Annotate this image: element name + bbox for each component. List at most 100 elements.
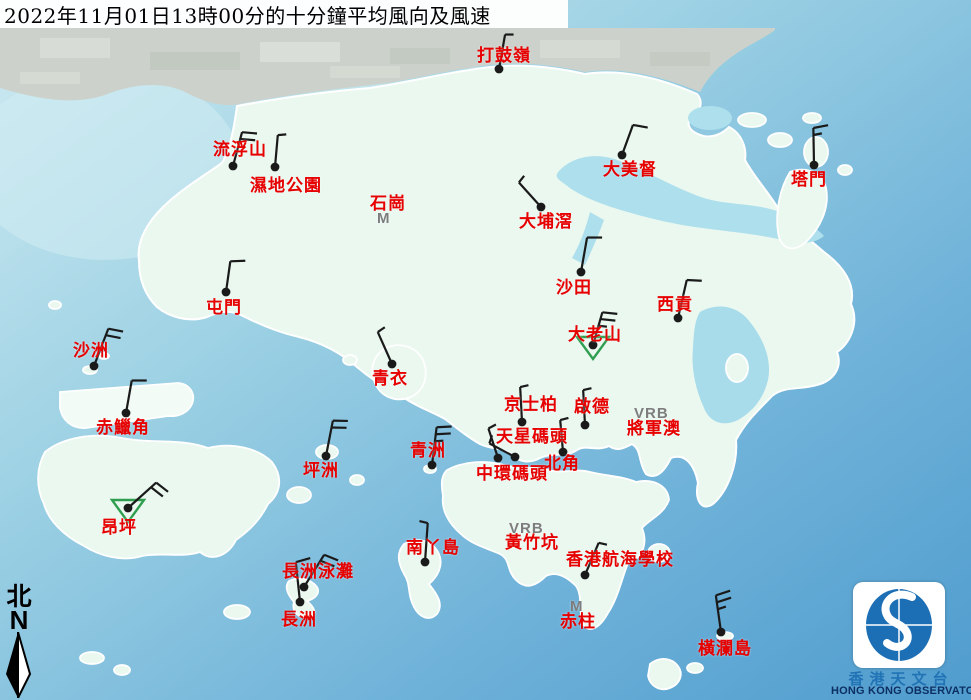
station-dot [495, 65, 504, 74]
wind-barb-feather [108, 329, 123, 332]
wind-barb-feather [488, 425, 496, 429]
wind-barb-staff [432, 427, 437, 465]
wind-barb-feather [106, 335, 121, 338]
station-dot [577, 268, 586, 277]
hko-logo: 香港天文台 HONG KONG OBSERVATORY [831, 580, 971, 700]
wind-barb-staff [581, 238, 587, 272]
wind-barb-feather [278, 134, 286, 135]
wind-barb-staff [378, 332, 392, 364]
wind-barb-feather [599, 326, 607, 327]
wind-barb-staff [520, 387, 522, 422]
hko-english-name: HONG KONG OBSERVATORY [831, 685, 971, 697]
wind-barb-feather [437, 426, 452, 427]
station-dot [581, 571, 590, 580]
wind-barb-staff [126, 381, 132, 413]
station-dot [674, 314, 683, 323]
station-sha-tin [577, 238, 602, 277]
station-dot [122, 409, 131, 418]
wind-barb-staff [622, 125, 633, 155]
wind-barb-feather [436, 433, 451, 434]
wind-barb-feather [813, 133, 821, 135]
compass-north: 北 N [2, 584, 36, 700]
station-dot [518, 418, 527, 427]
wind-barb-feather [560, 418, 568, 420]
wind-barb-feather [687, 280, 702, 281]
station-tates-cairn [577, 312, 617, 359]
wind-barb-feather [717, 598, 731, 603]
wind-barb-staff [593, 312, 602, 345]
wind-barb-feather [602, 312, 617, 314]
station-dot [618, 151, 627, 160]
station-lau-fau-shan [229, 132, 257, 170]
wind-barb-staff [233, 132, 242, 166]
wind-barb-feather [378, 327, 385, 332]
station-dot [589, 341, 598, 350]
station-dot [229, 162, 238, 171]
station-wetland-park [271, 134, 287, 171]
station-tai-mei-tuk [618, 125, 648, 159]
station-kings-park [518, 385, 529, 426]
wind-barb-feather [324, 555, 338, 561]
wind-barb-feather [151, 487, 163, 496]
station-dot [494, 454, 503, 463]
wind-map-page: 打鼓嶺流浮山濕地公園石崗M大美督大埔滘塔門屯門沙洲沙田西貢大老山青衣京士柏啟德將… [0, 0, 971, 700]
hko-logo-card [853, 582, 945, 668]
station-sai-kung [674, 280, 702, 322]
station-dot [388, 360, 397, 369]
wind-barb-feather [813, 125, 828, 128]
station-sha-chau [90, 329, 123, 371]
compass-n-label: N [2, 609, 36, 632]
wind-barb-staff [813, 128, 814, 165]
wind-barb-overlay [0, 0, 971, 700]
station-ta-kwu-ling [495, 35, 514, 74]
wind-barb-feather [156, 483, 168, 492]
station-peng-chau [322, 421, 348, 461]
wind-barb-staff [585, 543, 599, 575]
map-title: 2022年11月01日13時00分的十分鐘平均風向及風速 [0, 0, 491, 29]
wind-barb-feather [583, 388, 591, 390]
wind-barb-feather [230, 261, 245, 262]
wind-barb-feather [633, 125, 648, 128]
wind-barb-staff [678, 280, 687, 318]
station-dot [511, 453, 520, 462]
wind-barb-staff [499, 35, 505, 69]
station-dot [810, 161, 819, 170]
station-tap-mun [810, 125, 828, 169]
station-dot [322, 452, 331, 461]
wind-barb-feather [240, 139, 255, 140]
wind-barb-staff [326, 421, 333, 456]
station-lamma-island [419, 521, 429, 566]
wind-barb-feather [600, 319, 615, 321]
station-waglan-island [716, 591, 731, 637]
station-dot [421, 558, 430, 567]
station-dot [537, 203, 546, 212]
hko-logo-icon [853, 582, 945, 668]
station-dot [124, 504, 133, 513]
wind-barb-feather [296, 558, 310, 562]
wind-barb-staff [425, 523, 428, 562]
station-dot [271, 163, 280, 172]
station-tuen-mun [222, 261, 246, 297]
station-ngong-ping [112, 483, 168, 522]
station-dot [559, 448, 568, 457]
wind-barb-feather [599, 543, 607, 545]
wind-barb-staff [296, 562, 300, 602]
wind-barb-feather [519, 176, 524, 183]
station-north-point [559, 418, 569, 456]
wind-barb-staff [560, 420, 563, 452]
station-hk-sea-school [581, 543, 607, 580]
station-dot [581, 421, 590, 430]
station-dot [90, 362, 99, 371]
station-dot [296, 598, 305, 607]
wind-barb-feather [320, 561, 334, 567]
station-tai-po-kau [519, 176, 545, 212]
wind-barb-staff [519, 182, 541, 207]
title-bar: 2022年11月01日13時00分的十分鐘平均風向及風速 [0, 0, 568, 28]
wind-barb-feather [718, 607, 726, 610]
station-green-island [428, 426, 452, 469]
wind-barb-staff [275, 135, 278, 167]
wind-barb-feather [419, 521, 427, 523]
station-dot [222, 288, 231, 297]
station-dot [717, 628, 726, 637]
station-dot [428, 461, 437, 470]
